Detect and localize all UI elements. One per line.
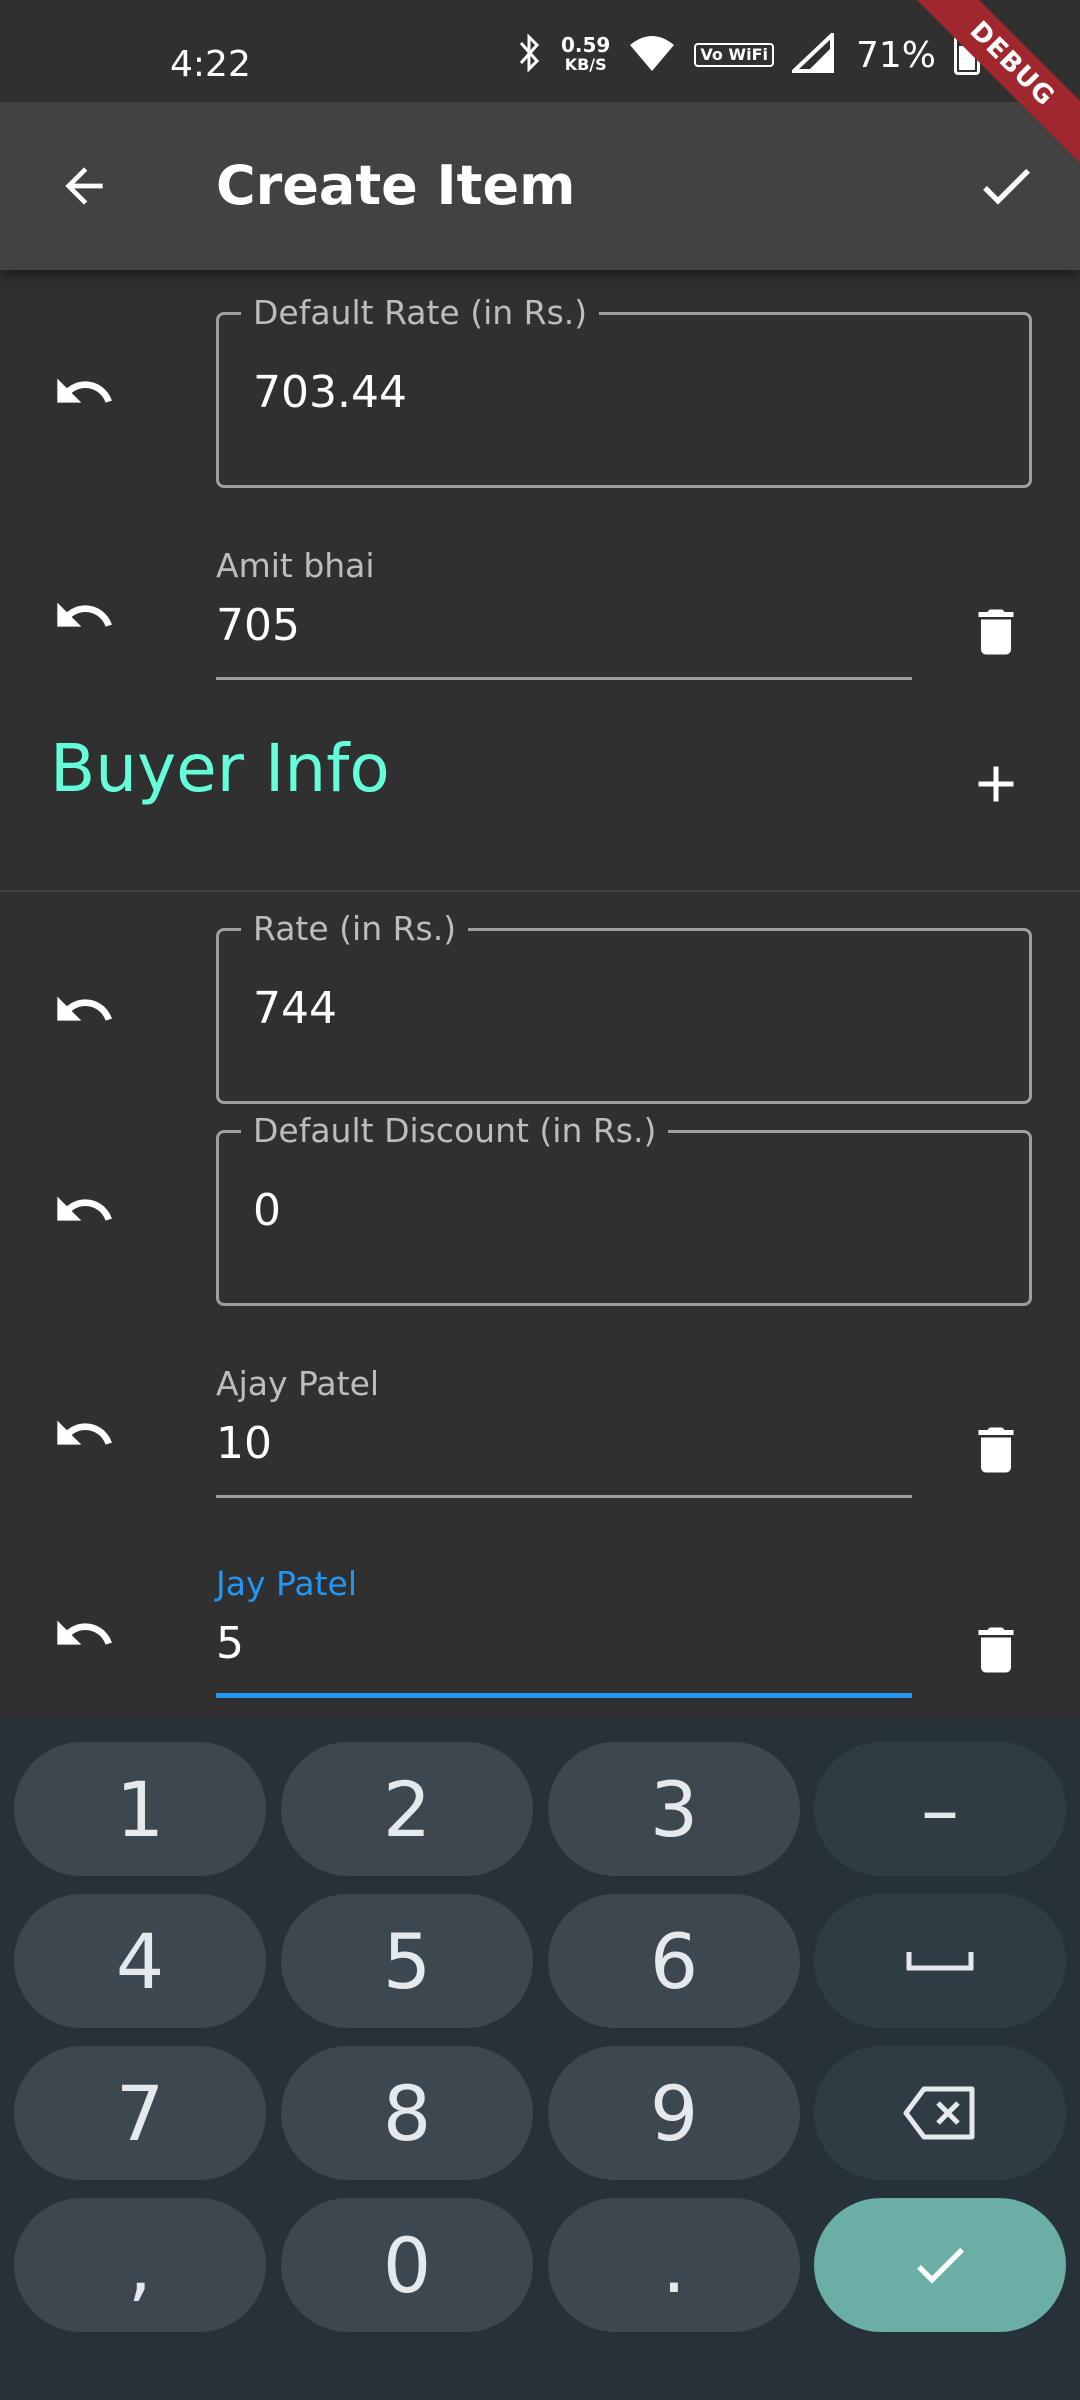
buyer-info-title: Buyer Info (50, 730, 390, 807)
battery-icon (954, 30, 980, 75)
status-icons: 0.59 KB/S Vo WiFi 71% (517, 30, 1080, 80)
rate-value: 744 (253, 983, 337, 1034)
default-discount-label: Default Discount (in Rs.) (241, 1111, 669, 1151)
key-minus[interactable]: – (814, 1742, 1066, 1876)
rate-row: Rate (in Rs.) 744 (0, 909, 1080, 1108)
undo-default-rate-button[interactable] (48, 356, 120, 428)
trash-icon (978, 1627, 1014, 1673)
bluetooth-icon (517, 33, 543, 77)
buyer-entry-field[interactable]: Ajay Patel 10 (216, 1358, 912, 1498)
space-icon (906, 1952, 974, 1971)
cellular-signal-icon (788, 30, 834, 77)
undo-icon (57, 602, 112, 627)
plus-icon (978, 766, 1014, 802)
network-speed: 0.59 KB/S (561, 35, 610, 75)
section-divider (0, 890, 1080, 892)
page-title: Create Item (216, 154, 576, 217)
default-discount-row: Default Discount (in Rs.) 0 (0, 1111, 1080, 1308)
delete-buyer-entry-button[interactable] (960, 1414, 1032, 1486)
seller-entry-row: Amit bhai 705 (0, 540, 1080, 690)
seller-entry-field[interactable]: Amit bhai 705 (216, 540, 912, 680)
trash-icon (978, 609, 1014, 655)
buyer-entry-row: Ajay Patel 10 (0, 1358, 1080, 1508)
undo-icon (57, 1196, 112, 1221)
save-button[interactable] (972, 152, 1040, 220)
wifi-icon (628, 33, 676, 77)
battery-percent: 71% (855, 34, 936, 76)
status-bar: 4:22 0.59 KB/S Vo WiFi 71% (0, 0, 1080, 102)
numeric-keyboard: 1 2 3 – 4 5 6 7 8 9 , 0 . (0, 1718, 1080, 2400)
key-8[interactable]: 8 (281, 2046, 533, 2180)
key-0[interactable]: 0 (281, 2198, 533, 2332)
check-icon (917, 2247, 964, 2284)
key-5[interactable]: 5 (281, 1894, 533, 2028)
delete-seller-entry-button[interactable] (960, 596, 1032, 668)
arrow-left-icon (65, 167, 103, 205)
key-7[interactable]: 7 (14, 2046, 266, 2180)
key-2[interactable]: 2 (281, 1742, 533, 1876)
battery-level (959, 45, 975, 70)
key-comma[interactable]: , (14, 2198, 266, 2332)
network-speed-unit: KB/S (564, 55, 607, 74)
seller-entry-name: Amit bhai (216, 546, 375, 585)
backspace-icon (903, 2086, 975, 2140)
rate-field[interactable]: Rate (in Rs.) 744 (216, 909, 1032, 1104)
add-buyer-button[interactable] (960, 748, 1032, 820)
default-discount-value: 0 (253, 1185, 281, 1236)
undo-icon (57, 378, 112, 403)
buyer-info-header: Buyer Info (0, 730, 1080, 880)
key-9[interactable]: 9 (548, 2046, 800, 2180)
undo-icon (57, 996, 112, 1021)
undo-buyer-entry-button[interactable] (48, 1398, 120, 1470)
buyer-entry-field-focused[interactable]: Jay Patel 5 (216, 1558, 912, 1698)
delete-buyer-entry-button[interactable] (960, 1614, 1032, 1686)
undo-buyer-entry-button[interactable] (48, 1598, 120, 1670)
undo-icon (57, 1420, 112, 1445)
default-discount-field[interactable]: Default Discount (in Rs.) 0 (216, 1111, 1032, 1306)
key-4[interactable]: 4 (14, 1894, 266, 2028)
status-time: 4:22 (170, 44, 251, 85)
buyer-entry-name: Ajay Patel (216, 1364, 380, 1403)
buyer-entry-value: 5 (216, 1618, 244, 1669)
key-1[interactable]: 1 (14, 1742, 266, 1876)
rate-label: Rate (in Rs.) (241, 909, 469, 949)
seller-entry-value: 705 (216, 600, 300, 651)
trash-icon (978, 1427, 1014, 1473)
key-backspace[interactable] (814, 2046, 1066, 2180)
vowifi-icon: Vo WiFi (694, 43, 774, 67)
app-bar: Create Item (0, 102, 1080, 270)
key-3[interactable]: 3 (548, 1742, 800, 1876)
key-6[interactable]: 6 (548, 1894, 800, 2028)
buyer-entry-row-focused: Jay Patel 5 (0, 1558, 1080, 1708)
key-period[interactable]: . (548, 2198, 800, 2332)
undo-seller-entry-button[interactable] (48, 580, 120, 652)
undo-icon (57, 1620, 112, 1645)
buyer-entry-name: Jay Patel (216, 1564, 358, 1603)
undo-default-discount-button[interactable] (48, 1174, 120, 1246)
network-speed-value: 0.59 (561, 33, 611, 57)
key-space[interactable] (814, 1894, 1066, 2028)
undo-rate-button[interactable] (48, 974, 120, 1046)
back-button[interactable] (50, 152, 118, 220)
form-content[interactable]: Default Rate (in Rs.) 703.44 Amit bhai 7… (0, 270, 1080, 1718)
default-rate-value: 703.44 (253, 367, 407, 418)
buyer-entry-value: 10 (216, 1418, 272, 1469)
default-rate-field[interactable]: Default Rate (in Rs.) 703.44 (216, 293, 1032, 488)
default-rate-row: Default Rate (in Rs.) 703.44 (0, 293, 1080, 490)
key-done[interactable] (814, 2198, 1066, 2332)
check-icon (983, 168, 1030, 205)
default-rate-label: Default Rate (in Rs.) (241, 293, 600, 333)
